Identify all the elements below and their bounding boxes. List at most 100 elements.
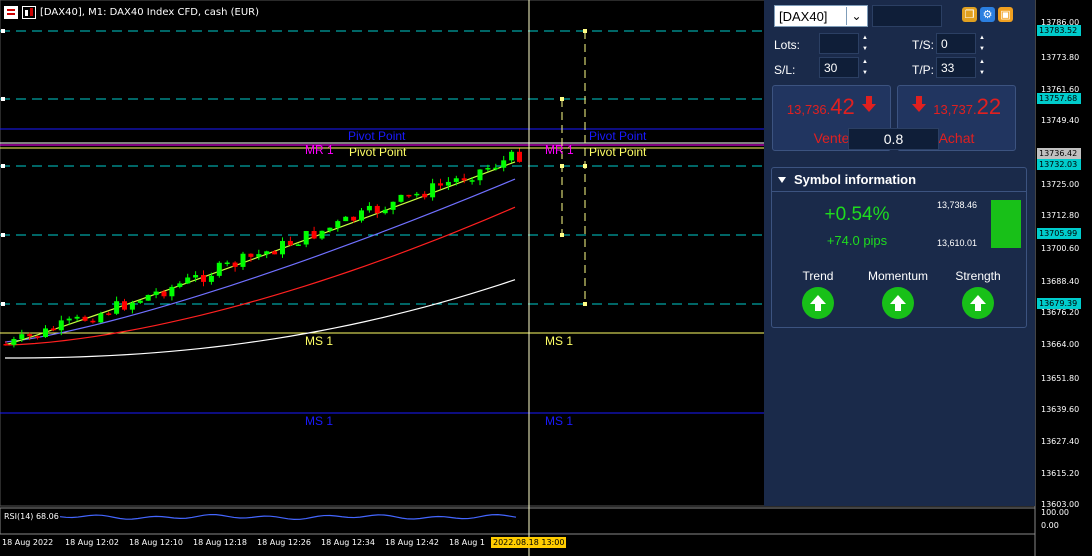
rsi-tick-bottom: 0.00: [1041, 521, 1059, 530]
collapse-triangle-icon[interactable]: [778, 176, 786, 183]
time-tick: 18 Aug 2022: [2, 538, 54, 547]
symbol-info-header[interactable]: Symbol information: [772, 168, 1026, 192]
ma-blue: [4, 178, 516, 343]
candle-body: [398, 194, 404, 202]
time-tick: 18 Aug 12:26: [257, 538, 311, 547]
candle-body: [264, 251, 270, 255]
trade-panel: [DAX40] ⌄ ❐ ⚙ ▣ Lots: ▲ ▼ T/S: 0 ▲ ▼ S/L: …: [764, 0, 1035, 506]
candle-body: [509, 151, 515, 161]
symbol-search-input[interactable]: [872, 5, 942, 27]
candle-body: [295, 244, 301, 246]
sl-stepper[interactable]: ▲ ▼: [860, 57, 870, 78]
price-tick: 13676.20: [1041, 308, 1080, 317]
price-tick: 13712.80: [1041, 211, 1080, 220]
range-low: 13,610.01: [937, 238, 978, 248]
candle-body: [311, 231, 317, 239]
bar-chart-icon[interactable]: [4, 5, 18, 19]
candle-body: [406, 194, 412, 197]
candle-body: [58, 320, 64, 331]
candle-body: [74, 316, 80, 319]
candle-body: [82, 316, 88, 321]
candle-body: [145, 294, 151, 301]
price-level-tag: 13783.52: [1037, 25, 1081, 36]
candle-body: [248, 253, 254, 257]
sl-input[interactable]: 30: [819, 57, 859, 78]
ts-input[interactable]: 0: [936, 33, 976, 54]
price-level-tag: 13757.68: [1037, 93, 1081, 104]
candle-body: [390, 201, 396, 210]
candle-body: [461, 178, 467, 181]
symbol-select-value: [DAX40]: [779, 8, 828, 24]
candle-body: [501, 160, 507, 168]
candle-body: [11, 339, 17, 345]
lots-stepper[interactable]: ▲ ▼: [860, 33, 870, 54]
candle-body: [287, 240, 293, 246]
price-tick: 13639.60: [1041, 405, 1080, 414]
level-handle: [1, 233, 5, 237]
tp-label: T/P:: [912, 63, 935, 77]
pivot-point-label-right: Pivot Point: [589, 129, 647, 143]
candle-body: [438, 183, 443, 186]
ms1-label-blue-left: MS 1: [305, 414, 334, 428]
candle-body: [201, 275, 206, 282]
change-pips: +74.0 pips: [826, 233, 888, 248]
candle-body: [303, 231, 309, 245]
time-tick: 18 Aug 12:34: [321, 538, 375, 547]
candle-body: [335, 221, 341, 228]
candle-body: [319, 230, 325, 239]
tp-stepper[interactable]: ▲ ▼: [977, 57, 987, 78]
candle-body: [477, 169, 483, 181]
candle-body: [374, 205, 380, 214]
chart-title-bar: [DAX40], M1: DAX40 Index CFD, cash (EUR): [4, 4, 259, 20]
candle-body: [27, 334, 33, 337]
candle-body: [50, 328, 56, 331]
candle-body: [382, 209, 388, 214]
candle-body: [129, 302, 135, 310]
candle-body: [19, 334, 25, 340]
price-tick: 13651.80: [1041, 374, 1080, 383]
ts-stepper[interactable]: ▲ ▼: [977, 33, 987, 54]
candle-body: [445, 181, 451, 186]
time-tick: 18 Aug 12:02: [65, 538, 119, 547]
candle-body: [517, 151, 522, 162]
price-tick: 13615.20: [1041, 469, 1080, 478]
price-tick: 13664.00: [1041, 340, 1080, 349]
candle-body: [414, 193, 420, 196]
price-tick: 13773.80: [1041, 53, 1080, 62]
buy-price: 13,737.22: [898, 94, 1015, 120]
copy-icon[interactable]: ❐: [962, 7, 977, 22]
tp-input[interactable]: 33: [936, 57, 976, 78]
lot-size-input[interactable]: 0.8: [848, 128, 939, 150]
price-tick: 13700.60: [1041, 244, 1080, 253]
candle-body: [98, 313, 104, 323]
candle-body: [193, 275, 199, 278]
candle-body: [106, 313, 112, 315]
candle-body: [216, 262, 222, 276]
candle-body: [137, 300, 143, 303]
price-tick: 13725.00: [1041, 180, 1080, 189]
projection-handle: [583, 164, 587, 168]
pivot-point-label-yellow-right: Pivot Point: [589, 145, 647, 159]
candle-body: [422, 193, 428, 198]
price-level-tag: 13679.39: [1037, 298, 1081, 309]
lots-input[interactable]: [819, 33, 859, 54]
symbol-select[interactable]: [DAX40] ⌄: [774, 5, 868, 27]
candle-body: [35, 336, 41, 338]
trend-label: Trend: [802, 269, 834, 283]
candle-body: [3, 344, 9, 346]
candle-body: [161, 291, 167, 297]
candle-body: [366, 205, 372, 211]
chevron-down-icon[interactable]: ⌄: [846, 7, 866, 25]
strength-label: Strength: [955, 269, 1001, 283]
candle-body: [224, 262, 230, 265]
candlestick-icon[interactable]: [22, 5, 36, 19]
time-tick: 18 Aug 1: [449, 538, 485, 547]
expand-icon[interactable]: ▣: [998, 7, 1013, 22]
projection-handle: [560, 233, 564, 237]
arrow-down-icon: [862, 96, 877, 112]
candle-body: [256, 254, 262, 257]
gear-icon[interactable]: ⚙: [980, 7, 995, 22]
candle-body: [177, 283, 183, 287]
candle-body: [493, 167, 499, 170]
candle-body: [343, 216, 349, 222]
